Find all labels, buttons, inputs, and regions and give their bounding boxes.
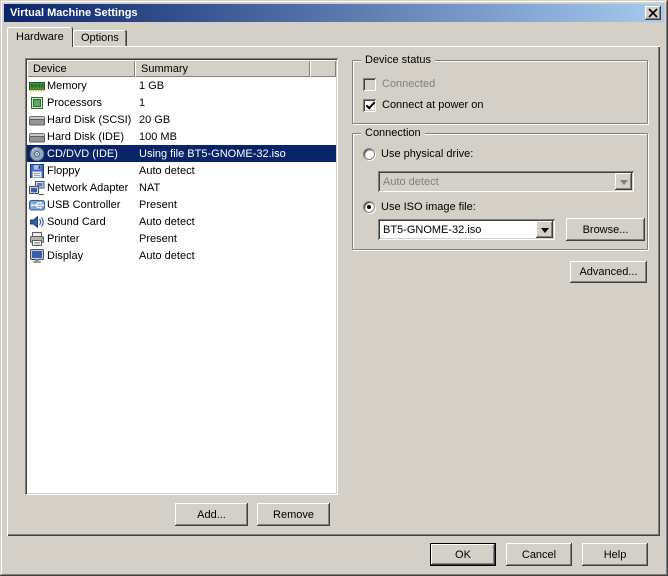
advanced-button[interactable]: Advanced... [570,261,647,283]
close-icon [647,7,659,18]
device-list-row[interactable]: Hard Disk (IDE) 100 MB [27,128,336,145]
printer-icon [29,231,45,247]
device-name: Memory [47,79,87,92]
use-physical-drive-radio[interactable] [363,148,375,160]
hardware-tab-page: Device Summary Memory 1 GB Processors 1 Hard… [7,46,660,536]
device-list: Device Summary Memory 1 GB Processors 1 Hard… [25,58,338,495]
dropdown-arrow-icon [615,173,632,190]
device-summary: Present [139,198,177,211]
tab-hardware[interactable]: Hardware [7,27,73,47]
memory-icon [29,78,45,94]
device-list-row[interactable]: Memory 1 GB [27,77,336,94]
tab-options[interactable]: Options [73,30,127,46]
device-list-row[interactable]: Floppy Auto detect [27,162,336,179]
device-name: Printer [47,232,80,245]
device-summary: Present [139,232,177,245]
use-iso-image-label: Use ISO image file: [381,201,476,213]
browse-button[interactable]: Browse... [566,218,645,241]
iso-file-value: BT5-GNOME-32.iso [383,223,482,236]
vm-settings-dialog: Virtual Machine Settings Hardware Option… [0,0,668,576]
device-name: USB Controller [47,198,121,211]
connected-checkbox [363,77,376,91]
sound-card-icon [29,214,45,230]
dropdown-arrow-icon[interactable] [536,221,553,238]
device-summary: 1 [139,96,146,109]
titlebar[interactable]: Virtual Machine Settings [4,4,664,22]
device-status-group: Device status Connected Connect at power… [352,53,648,124]
connection-group: Connection Use physical drive: Auto dete… [352,126,648,250]
use-iso-image-radio[interactable] [363,201,375,213]
device-list-header: Device Summary [27,60,336,77]
column-header-device[interactable]: Device [27,60,135,77]
device-summary: 100 MB [139,130,177,143]
cancel-button[interactable]: Cancel [506,543,572,566]
connect-at-power-on-label: Connect at power on [382,99,484,111]
window-title: Virtual Machine Settings [10,7,138,19]
cd-dvd-icon [29,146,45,162]
connected-checkbox-label: Connected [382,78,436,90]
physical-drive-dropdown: Auto detect [378,171,634,192]
device-name: Network Adapter [47,181,129,194]
usb-controller-icon [29,197,45,213]
hard-disk-icon [29,112,45,128]
column-header-blank [310,60,336,77]
device-list-row[interactable]: USB Controller Present [27,196,336,213]
device-name: Hard Disk (SCSI) [47,113,132,126]
iso-file-dropdown[interactable]: BT5-GNOME-32.iso [378,219,555,240]
connection-group-label: Connection [361,126,425,140]
close-button[interactable] [645,6,661,20]
device-list-row[interactable]: Display Auto detect [27,247,336,264]
device-list-row[interactable]: Hard Disk (SCSI) 20 GB [27,111,336,128]
device-name: Hard Disk (IDE) [47,130,125,143]
device-name: Sound Card [47,215,106,228]
device-list-row[interactable]: Printer Present [27,230,336,247]
device-name: Floppy [47,164,81,177]
device-status-group-label: Device status [361,53,436,67]
floppy-icon [29,163,45,179]
help-button[interactable]: Help [582,543,648,566]
processor-icon [29,95,45,111]
connect-at-power-on-checkbox[interactable] [363,98,376,112]
device-summary: NAT [139,181,161,194]
device-summary: Auto detect [139,164,195,177]
device-summary: 20 GB [139,113,171,126]
physical-drive-value: Auto detect [383,175,439,188]
column-header-summary[interactable]: Summary [135,60,310,77]
device-summary: Auto detect [139,215,195,228]
ok-button[interactable]: OK [430,543,496,566]
device-summary: 1 GB [139,79,165,92]
device-list-row[interactable]: Network Adapter NAT [27,179,336,196]
remove-button[interactable]: Remove [257,503,330,526]
device-name: Processors [47,96,103,109]
device-summary: Using file BT5-GNOME-32.iso [139,147,286,160]
hard-disk-icon [29,129,45,145]
device-name: Display [47,249,84,262]
device-summary: Auto detect [139,249,195,262]
display-icon [29,248,45,264]
add-button[interactable]: Add... [175,503,248,526]
device-name: CD/DVD (IDE) [47,147,118,160]
device-list-row[interactable]: Sound Card Auto detect [27,213,336,230]
network-adapter-icon [29,180,45,196]
use-physical-drive-label: Use physical drive: [381,148,474,160]
device-list-row[interactable]: CD/DVD (IDE) Using file BT5-GNOME-32.iso [27,145,336,162]
device-list-row[interactable]: Processors 1 [27,94,336,111]
